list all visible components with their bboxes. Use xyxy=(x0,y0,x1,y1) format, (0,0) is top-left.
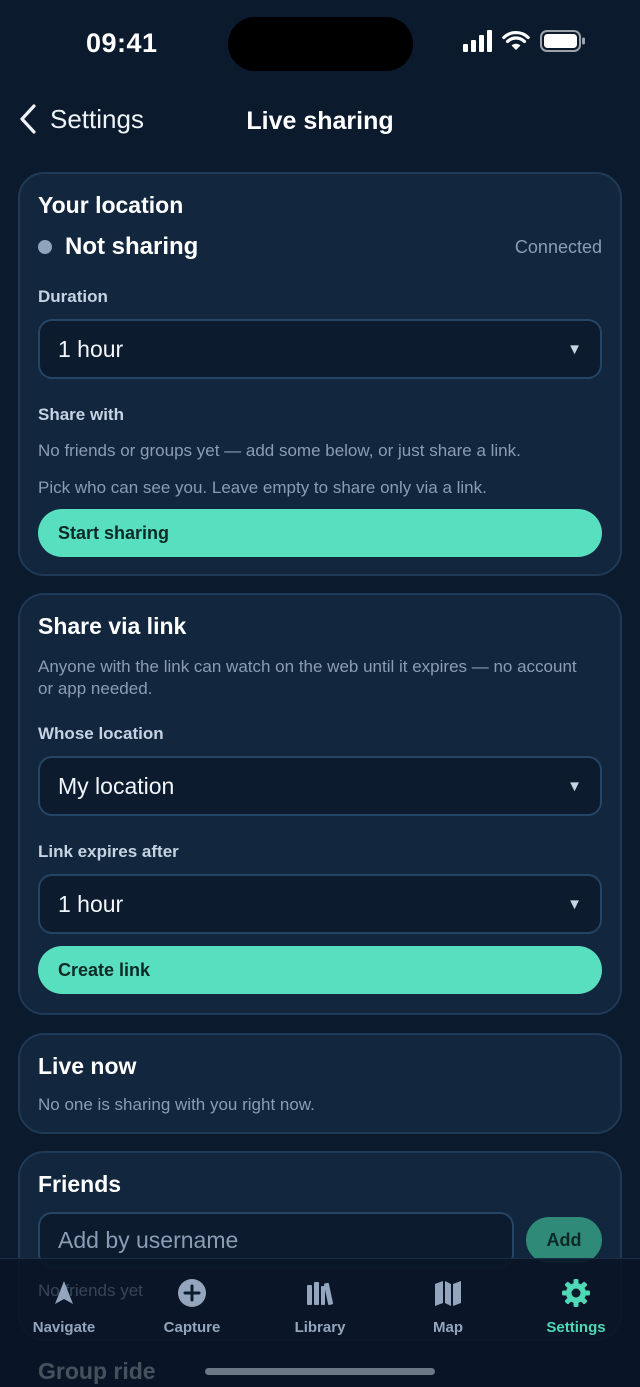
caret-down-icon: ▼ xyxy=(567,895,582,913)
status-icons xyxy=(463,30,586,52)
sharing-status-row: Not sharing Connected xyxy=(38,233,602,261)
share-via-link-title: Share via link xyxy=(38,613,187,639)
sharing-status: Not sharing xyxy=(65,233,199,260)
link-expires-value: 1 hour xyxy=(58,890,124,917)
tab-settings[interactable]: Settings xyxy=(512,1277,640,1336)
books-icon xyxy=(307,1282,334,1305)
tab-label: Library xyxy=(294,1319,346,1336)
live-now-card: Live now No one is sharing with you righ… xyxy=(18,1033,622,1134)
navigation-bar: Settings Live sharing xyxy=(0,95,640,149)
your-location-title: Your location xyxy=(38,192,184,218)
status-time: 09:41 xyxy=(86,28,158,58)
share-via-link-card: Share via link Anyone with the link can … xyxy=(18,593,622,1015)
whose-location-value: My location xyxy=(58,772,175,799)
connection-status: Connected xyxy=(514,236,602,257)
create-link-button[interactable]: Create link xyxy=(38,946,602,994)
dynamic-island xyxy=(228,17,413,71)
caret-down-icon: ▼ xyxy=(567,777,582,795)
status-dot-icon xyxy=(38,240,52,254)
friends-title: Friends xyxy=(38,1171,122,1197)
live-now-empty-text: No one is sharing with you right now. xyxy=(38,1095,315,1114)
page-title: Live sharing xyxy=(246,107,394,135)
start-sharing-button[interactable]: Start sharing xyxy=(38,509,602,557)
tab-label: Capture xyxy=(163,1319,221,1336)
friends-empty-text: No friends yet xyxy=(38,1281,143,1300)
caret-down-icon: ▼ xyxy=(567,340,582,358)
share-with-empty-text: No friends or groups yet — add some belo… xyxy=(38,441,521,460)
tab-label: Settings xyxy=(546,1319,606,1336)
tab-label: Map xyxy=(433,1319,463,1336)
status-bar: 09:41 xyxy=(0,0,640,90)
cellular-signal-icon xyxy=(463,30,492,52)
live-now-title: Live now xyxy=(38,1053,137,1079)
tab-label: Navigate xyxy=(32,1319,96,1336)
group-ride-title: Group ride xyxy=(38,1358,156,1384)
link-expires-label: Link expires after xyxy=(38,842,179,861)
map-icon xyxy=(435,1281,461,1306)
tab-map[interactable]: Map xyxy=(384,1277,512,1336)
share-link-description: Anyone with the link can watch on the we… xyxy=(38,657,577,698)
share-with-label: Share with xyxy=(38,405,124,424)
duration-value: 1 hour xyxy=(58,335,124,362)
battery-icon xyxy=(540,30,585,52)
add-friend-button[interactable]: Add xyxy=(526,1217,602,1263)
home-indicator xyxy=(205,1368,435,1375)
tab-library[interactable]: Library xyxy=(256,1277,384,1336)
tab-capture[interactable]: Capture xyxy=(128,1277,256,1336)
duration-select[interactable]: 1 hour ▼ xyxy=(38,319,602,379)
wifi-icon xyxy=(502,30,530,50)
share-with-hint: Pick who can see you. Leave empty to sha… xyxy=(38,478,487,497)
your-location-card: Your location Not sharing Connected Dura… xyxy=(18,172,622,576)
duration-label: Duration xyxy=(38,287,108,306)
plus-circle-icon xyxy=(178,1279,206,1307)
link-expires-select[interactable]: 1 hour ▼ xyxy=(38,874,602,934)
gear-icon xyxy=(562,1279,590,1307)
whose-location-label: Whose location xyxy=(38,724,164,743)
whose-location-select[interactable]: My location ▼ xyxy=(38,756,602,816)
